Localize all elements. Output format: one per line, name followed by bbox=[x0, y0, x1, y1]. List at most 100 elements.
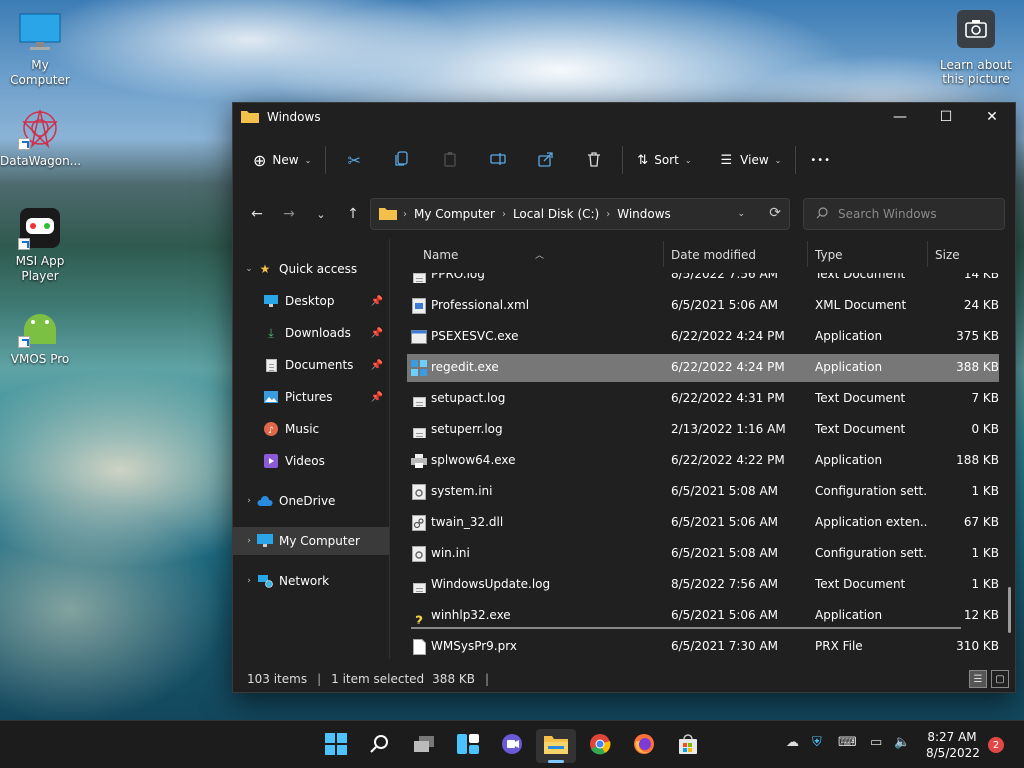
file-row[interactable]: ? winhlp32.exe 6/5/2021 5:06 AM Application… bbox=[407, 602, 999, 630]
nav-music[interactable]: ♪ Music bbox=[233, 415, 389, 443]
file-row[interactable]: setupact.log 6/22/2022 4:31 PM Text Docume… bbox=[407, 385, 999, 413]
chevron-down-icon[interactable]: ⌄ bbox=[737, 209, 745, 219]
firefox-button[interactable] bbox=[624, 729, 664, 763]
file-row[interactable]: splwow64.exe 6/22/2022 4:22 PM Application… bbox=[407, 447, 999, 475]
desktop-icon-msi-app-player[interactable]: MSI App Player bbox=[0, 206, 80, 284]
close-button[interactable]: ✕ bbox=[969, 103, 1015, 131]
large-icons-view-button[interactable]: ▢ bbox=[991, 670, 1009, 688]
file-row[interactable]: WindowsUpdate.log 8/5/2022 7:56 AM Text Do… bbox=[407, 571, 999, 599]
nav-onedrive[interactable]: › OneDrive bbox=[233, 487, 389, 515]
start-button[interactable] bbox=[316, 729, 356, 763]
refresh-icon[interactable]: ⟳ bbox=[769, 205, 781, 221]
forward-button[interactable]: → bbox=[273, 198, 305, 230]
column-divider[interactable] bbox=[663, 241, 664, 267]
more-options-button[interactable]: ••• bbox=[800, 143, 841, 177]
clipboard-icon bbox=[442, 151, 458, 170]
column-divider[interactable] bbox=[927, 241, 928, 267]
chevron-right-icon[interactable]: › bbox=[241, 536, 257, 546]
search-input[interactable] bbox=[838, 207, 988, 221]
file-row[interactable]: PSEXESVC.exe 6/22/2022 4:24 PM Application… bbox=[407, 323, 999, 351]
breadcrumb-windows[interactable]: Windows bbox=[617, 207, 671, 221]
nav-my-computer[interactable]: › My Computer bbox=[233, 527, 389, 555]
task-view-button[interactable] bbox=[404, 729, 444, 763]
chat-button[interactable] bbox=[492, 729, 532, 763]
nav-label: Pictures bbox=[285, 390, 333, 404]
desktop-icon-vmos-pro[interactable]: VMOS Pro bbox=[0, 304, 80, 367]
file-row[interactable]: win.ini 6/5/2021 5:08 AM Configuration set… bbox=[407, 540, 999, 568]
file-type: Configuration sett... bbox=[815, 484, 927, 498]
breadcrumb-local-disk[interactable]: Local Disk (C:) bbox=[513, 207, 599, 221]
network-tray-icon[interactable]: ▭ bbox=[870, 735, 882, 750]
chrome-button[interactable] bbox=[580, 729, 620, 763]
toolbar-separator bbox=[622, 146, 624, 174]
minimize-button[interactable]: — bbox=[877, 103, 923, 131]
store-button[interactable] bbox=[668, 729, 708, 763]
file-row[interactable]: setuperr.log 2/13/2022 1:16 AM Text Docume… bbox=[407, 416, 999, 444]
view-button[interactable]: ☰ View ⌄ bbox=[711, 143, 792, 177]
new-button[interactable]: ⊕ New ⌄ bbox=[243, 143, 321, 177]
back-button[interactable]: ← bbox=[241, 198, 273, 230]
search-button[interactable] bbox=[360, 729, 400, 763]
vertical-scrollbar[interactable] bbox=[1008, 587, 1011, 633]
nav-quick-access[interactable]: ⌄ ★ Quick access bbox=[233, 255, 389, 283]
maximize-button[interactable]: ☐ bbox=[923, 103, 969, 131]
file-explorer-taskbar-button[interactable] bbox=[536, 729, 576, 763]
keyboard-icon[interactable]: ⌨ bbox=[838, 735, 857, 750]
file-row[interactable]: system.ini 6/5/2021 5:08 AM Configuration … bbox=[407, 478, 999, 506]
address-bar[interactable]: › My Computer › Local Disk (C:) › Window… bbox=[370, 198, 790, 230]
item-count: 103 items bbox=[247, 672, 308, 686]
column-header-size[interactable]: Size bbox=[935, 248, 960, 262]
nav-videos[interactable]: Videos bbox=[233, 447, 389, 475]
search-box[interactable] bbox=[803, 198, 1005, 230]
title-bar[interactable]: Windows — ☐ ✕ bbox=[233, 103, 1015, 131]
toolbar-separator bbox=[325, 146, 327, 174]
file-row[interactable]: twain_32.dll 6/5/2021 5:06 AM Application … bbox=[407, 509, 999, 537]
nav-network[interactable]: › Network bbox=[233, 567, 389, 595]
pane-divider[interactable] bbox=[389, 239, 390, 659]
text-file-icon bbox=[411, 422, 427, 438]
paste-button[interactable] bbox=[426, 143, 474, 177]
chevron-down-icon: ⌄ bbox=[304, 155, 312, 165]
sort-button[interactable]: ⇅ Sort ⌄ bbox=[627, 143, 701, 177]
file-row[interactable]: WMSysPr9.prx 6/5/2021 7:30 AM PRX File 310 … bbox=[407, 633, 999, 659]
notification-badge[interactable]: 2 bbox=[988, 737, 1004, 753]
up-button[interactable]: ↑ bbox=[337, 198, 369, 230]
nav-downloads[interactable]: ⤓ Downloads 📌 bbox=[233, 319, 389, 347]
learn-about-picture[interactable]: Learn about this picture bbox=[936, 10, 1016, 86]
trash-icon bbox=[586, 151, 602, 170]
widgets-button[interactable] bbox=[448, 729, 488, 763]
column-header-name[interactable]: Name bbox=[423, 248, 458, 262]
dll-file-icon bbox=[411, 515, 427, 531]
cut-button[interactable]: ✂ bbox=[330, 143, 378, 177]
picture-icon bbox=[263, 389, 279, 405]
nav-desktop[interactable]: Desktop 📌 bbox=[233, 287, 389, 315]
file-size: 24 KB bbox=[963, 298, 999, 312]
desktop-icon-my-computer[interactable]: My Computer bbox=[0, 10, 80, 88]
chevron-down-icon: ⌄ bbox=[684, 155, 692, 165]
recent-locations-button[interactable]: ⌄ bbox=[305, 198, 337, 230]
volume-icon[interactable]: 🔈 bbox=[894, 735, 910, 750]
breadcrumb-my-computer[interactable]: My Computer bbox=[414, 207, 495, 221]
chevron-right-icon[interactable]: › bbox=[241, 576, 257, 586]
desktop-icon-datawagon[interactable]: DataWagon... bbox=[0, 106, 81, 169]
column-divider[interactable] bbox=[807, 241, 808, 267]
nav-documents[interactable]: Documents 📌 bbox=[233, 351, 389, 379]
file-row[interactable]: Professional.xml 6/5/2021 5:06 AM XML Docu… bbox=[407, 292, 999, 320]
delete-button[interactable] bbox=[570, 143, 618, 177]
rename-button[interactable] bbox=[474, 143, 522, 177]
column-header-date[interactable]: Date modified bbox=[671, 248, 756, 262]
file-row[interactable]: regedit.exe 6/22/2022 4:24 PM Application 3… bbox=[407, 354, 999, 382]
chevron-right-icon[interactable]: › bbox=[241, 496, 257, 506]
horizontal-scrollbar[interactable] bbox=[411, 627, 961, 629]
nav-pictures[interactable]: Pictures 📌 bbox=[233, 383, 389, 411]
share-button[interactable] bbox=[522, 143, 570, 177]
chevron-down-icon[interactable]: ⌄ bbox=[241, 264, 257, 274]
details-view-button[interactable]: ☰ bbox=[969, 670, 987, 688]
clock[interactable]: 8:27 AM 8/5/2022 bbox=[926, 729, 980, 761]
shield-icon[interactable]: ⛨ bbox=[812, 735, 822, 750]
copy-button[interactable] bbox=[378, 143, 426, 177]
file-date: 6/22/2022 4:24 PM bbox=[671, 360, 785, 374]
column-header-type[interactable]: Type bbox=[815, 248, 843, 262]
chevron-right-icon: › bbox=[501, 208, 506, 220]
cloud-offline-icon[interactable]: ☁ bbox=[786, 735, 799, 750]
